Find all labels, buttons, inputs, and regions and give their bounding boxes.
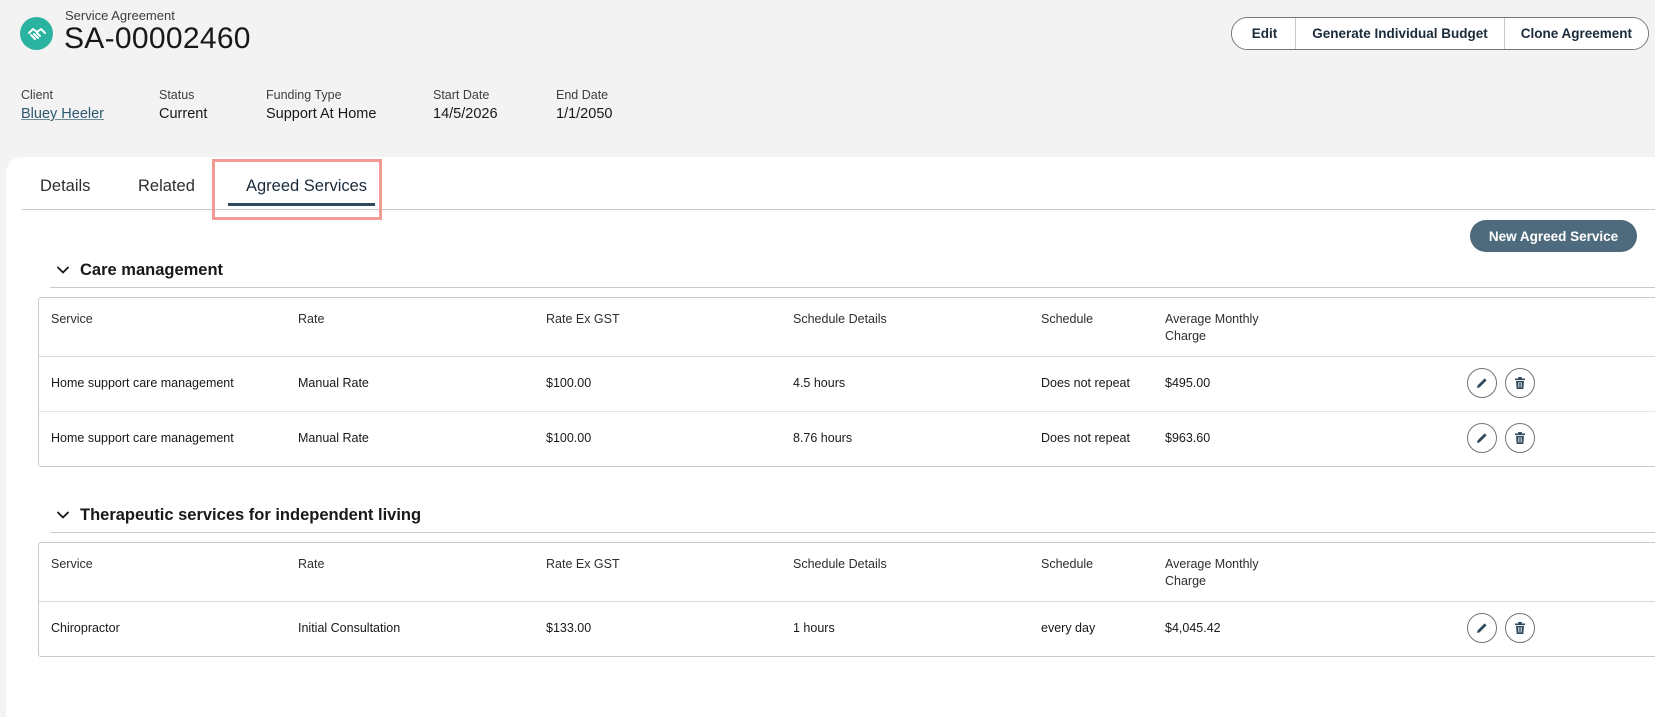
cell-service: Chiropractor [51, 621, 120, 635]
table-row: Home support care management Manual Rate… [39, 412, 1655, 466]
cell-schedule-details: 8.76 hours [793, 431, 853, 445]
cell-rate-ex-gst: $133.00 [546, 621, 592, 635]
section-header-therapeutic-services[interactable]: Therapeutic services for independent liv… [50, 502, 1655, 533]
edit-row-button[interactable] [1467, 368, 1497, 398]
agreed-services-table: Service Rate Rate Ex GST Schedule Detail… [38, 542, 1655, 657]
field-value: 14/5/2026 [433, 106, 498, 122]
clone-agreement-button[interactable]: Clone Agreement [1503, 18, 1648, 49]
cell-service: Home support care management [51, 431, 234, 445]
column-header: Average Monthly Charge [1165, 312, 1259, 343]
edit-row-button[interactable] [1467, 423, 1497, 453]
field-label: Status [159, 88, 195, 102]
highlights-panel: Client Bluey Heeler Status Current Fundi… [21, 88, 676, 122]
cell-schedule-details: 4.5 hours [793, 376, 846, 390]
cell-schedule: Does not repeat [1041, 431, 1130, 445]
field-label: Client [21, 88, 53, 102]
record-type-label: Service Agreement [65, 8, 175, 23]
field-label: Start Date [433, 88, 490, 102]
cell-service: Home support care management [51, 376, 234, 390]
pencil-icon [1477, 433, 1487, 443]
trash-icon [1515, 622, 1525, 634]
tabset-card: Details Related Agreed Services New Agre… [6, 157, 1655, 717]
client-link[interactable]: Bluey Heeler [21, 106, 159, 122]
pencil-icon [1477, 623, 1487, 633]
section-title: Therapeutic services for independent liv… [80, 506, 422, 524]
column-header: Rate [298, 557, 325, 571]
column-header: Schedule [1041, 312, 1094, 326]
table-row: Chiropractor Initial Consultation $133.0… [39, 602, 1655, 656]
tab-details[interactable]: Details [40, 177, 90, 196]
section-header-care-management[interactable]: Care management [50, 257, 1655, 288]
column-header: Service [51, 557, 93, 571]
new-agreed-service-button[interactable]: New Agreed Service [1470, 220, 1637, 252]
field-client: Client Bluey Heeler [21, 88, 159, 122]
generate-individual-budget-button[interactable]: Generate Individual Budget [1295, 18, 1504, 49]
delete-row-button[interactable] [1505, 613, 1535, 643]
table-header-row: Service Rate Rate Ex GST Schedule Detail… [39, 543, 1655, 602]
field-start-date: Start Date 14/5/2026 [433, 88, 556, 122]
header-button-group: Edit Generate Individual Budget Clone Ag… [1230, 17, 1649, 50]
cell-schedule: Does not repeat [1041, 376, 1130, 390]
delete-row-button[interactable] [1505, 368, 1535, 398]
cell-rate: Manual Rate [298, 431, 369, 445]
column-header: Rate Ex GST [546, 312, 620, 326]
section-title: Care management [80, 261, 224, 279]
column-header: Schedule [1041, 557, 1094, 571]
field-label: Funding Type [266, 88, 342, 102]
record-title: SA-00002460 [64, 22, 251, 55]
field-status: Status Current [159, 88, 266, 122]
table-row: Home support care management Manual Rate… [39, 357, 1655, 412]
agreed-services-table: Service Rate Rate Ex GST Schedule Detail… [38, 297, 1655, 467]
field-label: End Date [556, 88, 609, 102]
cell-schedule: every day [1041, 621, 1096, 635]
edit-row-button[interactable] [1467, 613, 1497, 643]
cell-rate-ex-gst: $100.00 [546, 376, 592, 390]
column-header: Schedule Details [793, 557, 887, 571]
active-tab-indicator [228, 203, 375, 206]
field-value: 1/1/2050 [556, 106, 613, 122]
tab-agreed-services[interactable]: Agreed Services [246, 177, 367, 196]
field-value: Current [159, 106, 208, 122]
column-header: Schedule Details [793, 312, 887, 326]
trash-icon [1515, 377, 1525, 389]
edit-button[interactable]: Edit [1231, 18, 1296, 49]
column-header: Rate Ex GST [546, 557, 620, 571]
cell-average-monthly-charge: $4,045.42 [1165, 621, 1221, 635]
cell-average-monthly-charge: $963.60 [1165, 431, 1211, 445]
tab-related[interactable]: Related [138, 177, 195, 196]
column-header: Service [51, 312, 93, 326]
cell-rate: Manual Rate [298, 376, 369, 390]
cell-rate-ex-gst: $100.00 [546, 431, 592, 445]
cell-schedule-details: 1 hours [793, 621, 835, 635]
delete-row-button[interactable] [1505, 423, 1535, 453]
column-header: Average Monthly Charge [1165, 557, 1259, 588]
column-header: Rate [298, 312, 325, 326]
table-header-row: Service Rate Rate Ex GST Schedule Detail… [39, 298, 1655, 357]
handshake-icon [20, 17, 53, 50]
cell-rate: Initial Consultation [298, 621, 401, 635]
cell-average-monthly-charge: $495.00 [1165, 376, 1211, 390]
chevron-down-icon[interactable] [56, 263, 70, 282]
chevron-down-icon[interactable] [56, 508, 70, 527]
field-end-date: End Date 1/1/2050 [556, 88, 676, 122]
field-value: Support At Home [266, 106, 377, 122]
trash-icon [1515, 432, 1525, 444]
field-funding-type: Funding Type Support At Home [266, 88, 433, 122]
record-header: Service Agreement SA-00002460 Edit Gener… [0, 0, 1655, 160]
pencil-icon [1477, 378, 1487, 388]
